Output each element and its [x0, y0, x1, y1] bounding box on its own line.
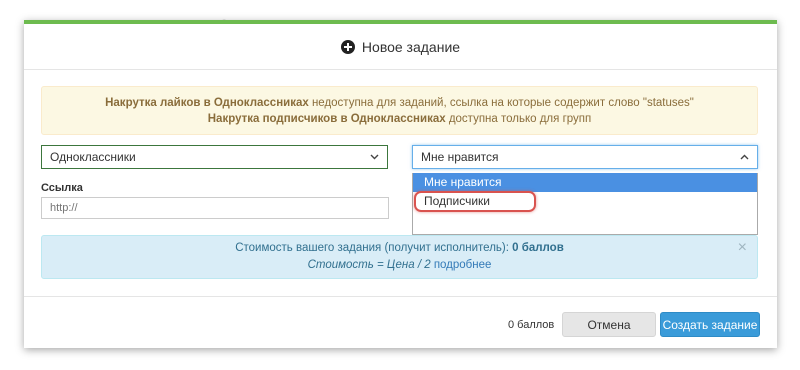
warning-line1-rest: недоступна для заданий, ссылка на которы…: [308, 97, 694, 109]
cost-info-alert: Стоимость вашего задания (получит исполн…: [41, 235, 758, 279]
chevron-down-icon: [370, 154, 379, 160]
chevron-up-icon: [740, 154, 749, 160]
link-input[interactable]: [41, 197, 389, 219]
score-text: 0 баллов: [508, 319, 555, 331]
plus-circle-icon: [340, 39, 355, 54]
cost-text: Стоимость вашего задания (получит исполн…: [235, 242, 513, 254]
network-select[interactable]: Одноклассники: [41, 145, 388, 169]
network-select-value: Одноклассники: [50, 150, 136, 164]
more-link[interactable]: подробнее: [434, 259, 492, 271]
task-type-select[interactable]: Мне нравится: [412, 145, 758, 169]
cancel-button[interactable]: Отмена: [562, 312, 656, 337]
highlight-ring: [414, 191, 536, 212]
warning-alert: Накрутка лайков в Одноклассниках недосту…: [41, 86, 758, 135]
modal-header: Новое задание: [24, 24, 777, 70]
new-task-modal: Новое задание Накрутка лайков в Одноклас…: [24, 20, 777, 348]
cost-value: 0 баллов: [512, 242, 564, 254]
task-type-select-value: Мне нравится: [421, 150, 499, 164]
link-label: Ссылка: [41, 182, 83, 194]
create-task-button[interactable]: Создать задание: [660, 312, 760, 337]
modal-title: Новое задание: [361, 38, 461, 55]
warning-line2-bold: Накрутка подписчиков в Одноклассниках: [207, 113, 446, 125]
dropdown-option-likes[interactable]: Мне нравится: [413, 173, 757, 192]
cost-formula: Стоимость = Цена / 2: [307, 259, 434, 271]
warning-line1-bold: Накрутка лайков в Одноклассниках: [105, 97, 309, 109]
warning-line2-rest: доступна только для групп: [445, 113, 592, 125]
close-icon[interactable]: ×: [738, 239, 747, 256]
modal-footer: 0 баллов Отмена Создать задание: [24, 296, 777, 352]
